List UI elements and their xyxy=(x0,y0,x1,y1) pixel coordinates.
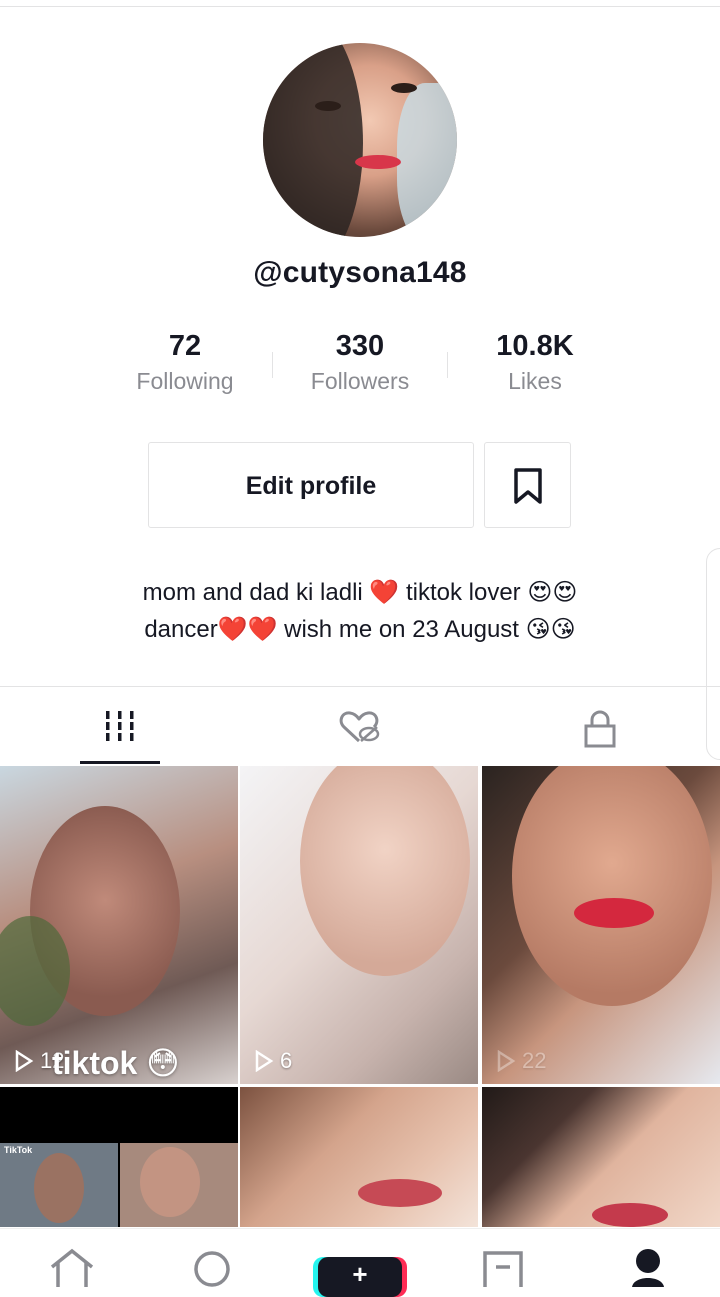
lips xyxy=(574,898,654,928)
profile-icon xyxy=(632,1249,664,1287)
username: @cutysona148 xyxy=(253,256,467,289)
grid-icon xyxy=(106,711,134,741)
stat-followers-value: 330 xyxy=(335,330,385,362)
view-count: 6 xyxy=(254,1048,292,1074)
stat-likes-value: 10.8K xyxy=(496,330,574,362)
bio-line-1: mom and dad ki ladli ❤️ tiktok lover 😍😍 xyxy=(142,579,578,606)
lips xyxy=(592,1203,668,1227)
stat-following[interactable]: 72 Following xyxy=(95,326,275,395)
bottom-nav: + xyxy=(0,1228,720,1297)
inbox-icon xyxy=(483,1251,523,1287)
bio-line-2: dancer❤️❤️ wish me on 23 August 😘😘 xyxy=(144,616,576,643)
hidden-likes-icon xyxy=(339,711,380,743)
discover-icon xyxy=(194,1251,230,1287)
edit-profile-button[interactable]: Edit profile xyxy=(148,442,474,528)
stat-followers-label: Followers xyxy=(310,368,410,394)
tab-private[interactable] xyxy=(480,700,720,760)
nav-home[interactable] xyxy=(48,1247,96,1292)
avatar[interactable] xyxy=(263,43,457,237)
top-divider xyxy=(0,6,720,7)
create-button[interactable]: + xyxy=(318,1257,402,1297)
lips xyxy=(358,1179,442,1207)
active-tab-indicator xyxy=(80,761,160,764)
tab-liked[interactable] xyxy=(240,700,480,760)
nav-inbox[interactable] xyxy=(482,1247,526,1292)
video-thumbnail[interactable] xyxy=(240,1087,478,1227)
bookmark-icon xyxy=(514,468,542,504)
video-thumbnail[interactable]: 6 xyxy=(240,766,478,1084)
tab-videos[interactable] xyxy=(0,700,240,760)
home-icon xyxy=(50,1248,94,1287)
play-icon xyxy=(15,1050,34,1072)
nav-profile[interactable] xyxy=(630,1247,670,1292)
stat-likes[interactable]: 10.8K Likes xyxy=(445,326,625,395)
stat-likes-label: Likes xyxy=(508,368,562,394)
create-plus-icon: + xyxy=(352,1259,368,1289)
video-thumbnail[interactable] xyxy=(482,1087,720,1227)
bio: mom and dad ki ladli ❤️ tiktok lover 😍😍 … xyxy=(0,574,720,648)
tabs-divider xyxy=(0,686,720,687)
video-caption: TikTok xyxy=(4,1145,33,1155)
video-thumbnail[interactable]: 22 xyxy=(482,766,720,1084)
video-thumbnail[interactable]: 12 tiktok 😳 xyxy=(0,766,238,1084)
video-caption: tiktok 😳 xyxy=(52,1045,180,1081)
video-thumbnail[interactable]: TikTok xyxy=(0,1087,238,1227)
stat-following-value: 72 xyxy=(168,330,202,362)
view-count: 22 xyxy=(496,1048,546,1074)
lock-icon xyxy=(584,710,616,748)
favorites-button[interactable] xyxy=(484,442,571,528)
nav-discover[interactable] xyxy=(192,1247,236,1292)
stat-following-label: Following xyxy=(136,368,234,394)
play-icon xyxy=(255,1050,274,1072)
play-icon xyxy=(497,1050,516,1072)
stat-followers[interactable]: 330 Followers xyxy=(270,326,450,395)
